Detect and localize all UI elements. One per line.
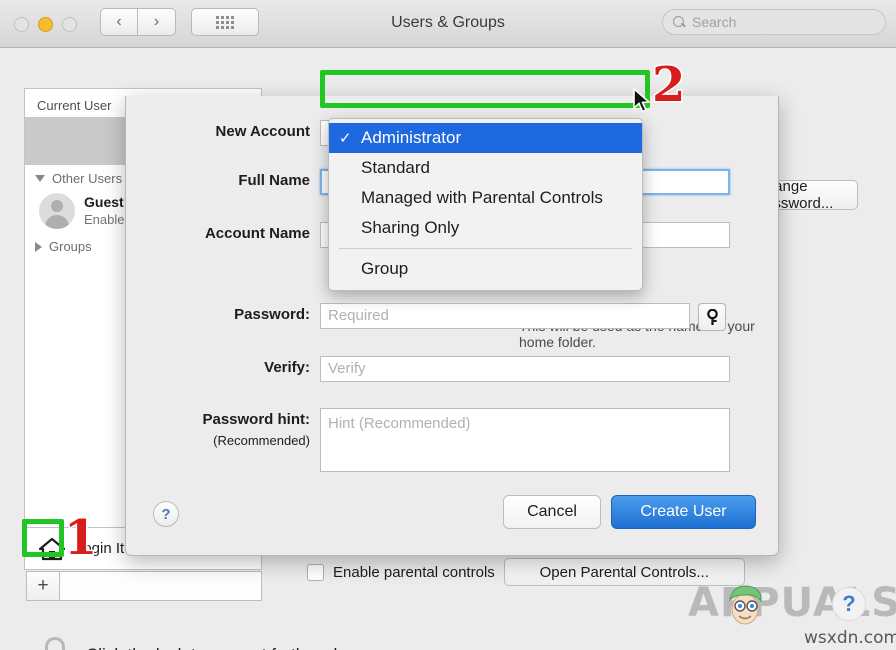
search-placeholder: Search [692, 14, 737, 30]
remove-user-strip[interactable] [60, 571, 262, 601]
chevron-down-icon [35, 175, 45, 182]
menu-item-sharing-only-label: Sharing Only [361, 218, 460, 237]
search-input[interactable]: Search [662, 9, 886, 35]
parental-controls-row: Enable parental controls Open Parental C… [307, 558, 745, 586]
password-hint-label-main: Password hint: [202, 411, 310, 428]
menu-separator [339, 248, 632, 249]
window-titlebar: ‹ › Users & Groups Search [0, 0, 896, 48]
sidebar-section-other-users-label: Other Users [52, 171, 123, 186]
add-user-button[interactable]: + [26, 571, 60, 601]
system-preferences-window: ‹ › Users & Groups Search Current User O… [0, 0, 896, 650]
menu-item-sharing-only[interactable]: Sharing Only [329, 213, 642, 243]
account-type-dropdown-menu: ✓ Administrator Standard Managed with Pa… [328, 118, 643, 291]
annotation-highlight-add-button [22, 519, 64, 557]
watermark-domain: wsxdn.com [804, 628, 896, 648]
menu-item-administrator[interactable]: ✓ Administrator [329, 123, 642, 153]
chevron-right-icon [35, 241, 42, 252]
menu-item-group-label: Group [361, 259, 409, 278]
enable-parental-controls-checkbox[interactable] [307, 563, 324, 581]
password-hint-label: Password hint: (Recommended) [144, 408, 320, 449]
menu-item-administrator-label: Administrator [361, 128, 462, 147]
password-hint-label-sub: (Recommended) [213, 433, 310, 448]
menu-item-standard-label: Standard [361, 158, 430, 177]
help-button[interactable]: ? [153, 501, 179, 527]
watermark-logo: APPUALS ? wsxdn.com [688, 580, 896, 648]
watermark-question-icon: ? [832, 587, 866, 621]
unlocked-padlock-icon[interactable] [28, 633, 72, 650]
verify-input[interactable]: Verify [320, 356, 730, 382]
checkmark-icon: ✓ [339, 130, 352, 147]
menu-item-managed-parental-label: Managed with Parental Controls [361, 188, 603, 207]
password-label: Password: [234, 306, 310, 323]
new-account-label: New Account [215, 123, 310, 140]
field-verify: Verify: Verify [144, 356, 730, 382]
enable-parental-controls-label: Enable parental controls [333, 563, 495, 581]
avatar [39, 193, 75, 229]
search-icon [673, 15, 686, 29]
sidebar-section-groups-label: Groups [49, 239, 92, 254]
menu-item-group[interactable]: Group [329, 254, 642, 284]
key-icon[interactable] [698, 303, 726, 331]
annotation-number-2: 2 [650, 56, 686, 115]
mouse-cursor-icon [632, 87, 652, 114]
annotation-highlight-administrator [320, 70, 650, 108]
menu-item-managed-parental[interactable]: Managed with Parental Controls [329, 183, 642, 213]
menu-item-standard[interactable]: Standard [329, 153, 642, 183]
annotation-number-1: 1 [62, 509, 98, 568]
watermark-mascot-icon [722, 582, 768, 635]
preferences-body: Current User Other Users Guest User Enab… [0, 48, 896, 650]
field-password: Password: Required [144, 303, 726, 331]
lock-footer: Click the lock to prevent further change… [28, 633, 394, 650]
create-user-button[interactable]: Create User [611, 495, 756, 529]
full-name-label: Full Name [238, 172, 310, 189]
field-password-hint: Password hint: (Recommended) Hint (Recom… [144, 408, 730, 472]
verify-label: Verify: [264, 359, 310, 376]
lock-message: Click the lock to prevent further change… [86, 645, 394, 650]
password-hint-input[interactable]: Hint (Recommended) [320, 408, 730, 472]
account-name-label: Account Name [204, 225, 310, 242]
cancel-button[interactable]: Cancel [503, 495, 601, 529]
password-input[interactable]: Required [320, 303, 690, 329]
